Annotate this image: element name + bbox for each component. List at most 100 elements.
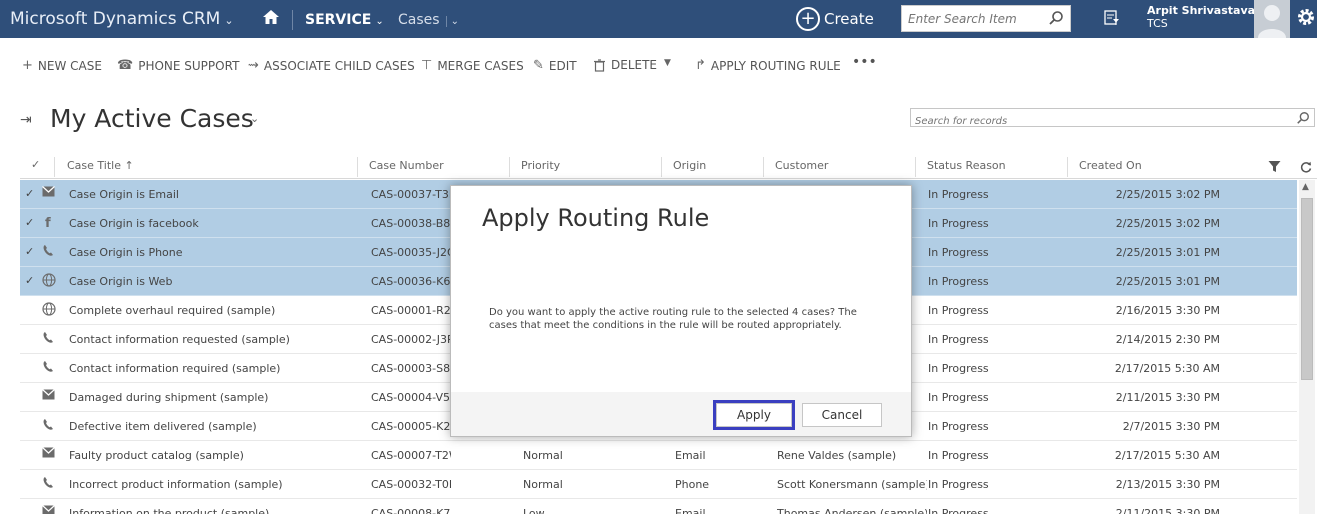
merge-cases-button[interactable]: ⊤ MERGE CASES xyxy=(421,58,524,73)
web-icon xyxy=(42,273,56,290)
column-header-case-number[interactable]: Case Number xyxy=(369,159,444,172)
edit-button[interactable]: ✎ EDIT xyxy=(533,58,577,73)
select-all-checkbox[interactable]: ✓ xyxy=(31,158,40,171)
column-header-origin[interactable]: Origin xyxy=(673,159,706,172)
phone-icon xyxy=(42,244,56,260)
row-checkbox[interactable]: ✓ xyxy=(25,216,34,229)
column-header-customer[interactable]: Customer xyxy=(775,159,828,172)
delete-button[interactable]: DELETE xyxy=(593,58,657,72)
app-brand-menu[interactable]: Microsoft Dynamics CRM ⌄ xyxy=(10,9,234,29)
cell-created-on: 2/7/2015 3:30 PM xyxy=(1122,420,1220,433)
cell-case-title[interactable]: Information on the product (sample) xyxy=(69,507,359,514)
cell-created-on: 2/17/2015 5:30 AM xyxy=(1114,362,1220,375)
cell-case-number: CAS-00037-T3D xyxy=(371,188,451,201)
row-checkbox[interactable]: ✓ xyxy=(25,274,34,287)
advanced-find-icon[interactable] xyxy=(1103,9,1121,27)
cell-case-title[interactable]: Contact information required (sample) xyxy=(69,362,359,375)
row-checkbox[interactable]: ✓ xyxy=(25,245,34,258)
cell-customer[interactable]: Scott Konersmann (sample) xyxy=(777,478,927,491)
grid-scrollbar[interactable]: ▲ xyxy=(1299,180,1315,514)
apply-button[interactable]: Apply xyxy=(713,400,795,430)
table-row[interactable]: Incorrect product information (sample) CA… xyxy=(20,470,1297,499)
cell-origin: Email xyxy=(675,449,706,462)
nav-entity-menu[interactable]: Cases ⌄ xyxy=(398,12,459,28)
cell-status-reason: In Progress xyxy=(928,188,989,201)
cell-case-number: CAS-00007-T2W4Z9 xyxy=(371,449,451,462)
global-search-input[interactable] xyxy=(902,6,1042,31)
search-icon[interactable] xyxy=(1048,10,1064,26)
row-checkbox[interactable]: ✓ xyxy=(25,187,34,200)
scroll-thumb[interactable] xyxy=(1301,198,1313,380)
search-icon[interactable] xyxy=(1296,111,1310,125)
nav-area-label: SERVICE xyxy=(305,12,372,28)
user-silhouette-icon xyxy=(1258,5,1286,38)
filter-icon[interactable] xyxy=(1268,160,1281,173)
associate-child-cases-button[interactable]: ⇝ ASSOCIATE CHILD CASES xyxy=(248,58,415,73)
cell-status-reason: In Progress xyxy=(928,478,989,491)
merge-cases-label: MERGE CASES xyxy=(437,58,524,73)
column-header-case-title[interactable]: Case Title ↑ xyxy=(67,159,134,172)
more-commands-button[interactable]: ••• xyxy=(852,54,877,70)
create-button[interactable]: + Create xyxy=(796,6,874,32)
home-icon[interactable] xyxy=(262,8,280,26)
nav-divider xyxy=(292,10,293,30)
record-search-box xyxy=(910,108,1315,130)
cell-origin: Email xyxy=(675,507,706,514)
column-header-created-on[interactable]: Created On xyxy=(1079,159,1142,172)
ellipsis-icon: ••• xyxy=(852,54,877,70)
cell-case-title[interactable]: Case Origin is Email xyxy=(69,188,359,201)
email-icon xyxy=(42,447,56,461)
cell-status-reason: In Progress xyxy=(928,420,989,433)
cell-status-reason: In Progress xyxy=(928,449,989,462)
cell-case-title[interactable]: Case Origin is Web xyxy=(69,275,359,288)
cell-case-number: CAS-00001-R2B xyxy=(371,304,451,317)
apply-routing-rule-button[interactable]: ↱ APPLY ROUTING RULE xyxy=(695,58,841,73)
cell-customer[interactable]: Thomas Andersen (sample) xyxy=(777,507,927,514)
plus-circle-icon: + xyxy=(796,7,820,31)
dialog-message: Do you want to apply the active routing … xyxy=(489,307,857,331)
cell-case-title[interactable]: Case Origin is Phone xyxy=(69,246,359,259)
app-brand-label: Microsoft Dynamics CRM xyxy=(10,9,221,29)
cell-status-reason: In Progress xyxy=(928,217,989,230)
cell-created-on: 2/25/2015 3:01 PM xyxy=(1115,246,1220,259)
new-case-button[interactable]: + NEW CASE xyxy=(22,58,102,73)
chevron-down-icon[interactable]: ⌄ xyxy=(250,112,259,125)
table-row[interactable]: Information on the product (sample) CAS-0… xyxy=(20,499,1297,514)
avatar[interactable] xyxy=(1254,0,1290,38)
cell-case-title[interactable]: Complete overhaul required (sample) xyxy=(69,304,359,317)
column-header-status-reason[interactable]: Status Reason xyxy=(927,159,1006,172)
cell-case-title[interactable]: Case Origin is facebook xyxy=(69,217,359,230)
refresh-icon[interactable] xyxy=(1300,161,1312,173)
cell-case-title[interactable]: Faulty product catalog (sample) xyxy=(69,449,359,462)
table-row[interactable]: Faulty product catalog (sample) CAS-00007… xyxy=(20,441,1297,470)
record-search-input[interactable] xyxy=(911,113,1281,130)
cell-case-number: CAS-00008-K7P8T1 xyxy=(371,507,451,514)
create-label: Create xyxy=(824,10,874,28)
column-divider xyxy=(357,157,358,177)
user-name: Arpit Shrivastava xyxy=(1147,4,1256,17)
cell-case-title[interactable]: Incorrect product information (sample) xyxy=(69,478,359,491)
cell-case-number: CAS-00038-B8Z xyxy=(371,217,451,230)
cell-case-title[interactable]: Contact information requested (sample) xyxy=(69,333,359,346)
view-selector[interactable]: My Active Cases xyxy=(50,104,254,133)
user-info[interactable]: Arpit Shrivastava TCS xyxy=(1147,4,1255,30)
phone-support-button[interactable]: ☎ PHONE SUPPORT xyxy=(117,58,239,73)
gear-icon[interactable] xyxy=(1296,7,1316,27)
cancel-button[interactable]: Cancel xyxy=(802,403,882,427)
nav-area-menu[interactable]: SERVICE ⌄ xyxy=(305,12,384,28)
cell-case-title[interactable]: Defective item delivered (sample) xyxy=(69,420,359,433)
chevron-down-icon: ⌄ xyxy=(224,14,234,27)
plus-icon: + xyxy=(22,58,33,73)
column-divider xyxy=(661,157,662,177)
delete-dropdown-button[interactable]: ▼ xyxy=(664,58,671,68)
scroll-up-icon[interactable]: ▲ xyxy=(1302,182,1309,192)
pin-view-icon[interactable]: ⇥ xyxy=(20,112,32,128)
apply-routing-rule-dialog: Apply Routing Rule Do you want to apply … xyxy=(450,185,912,437)
cell-customer[interactable]: Rene Valdes (sample) xyxy=(777,449,927,462)
phone-icon xyxy=(42,360,56,376)
phone-icon xyxy=(42,476,56,492)
cell-case-title[interactable]: Damaged during shipment (sample) xyxy=(69,391,359,404)
nav-entity-label: Cases xyxy=(398,12,440,28)
column-header-priority[interactable]: Priority xyxy=(521,159,560,172)
link-icon: ⇝ xyxy=(248,58,259,73)
